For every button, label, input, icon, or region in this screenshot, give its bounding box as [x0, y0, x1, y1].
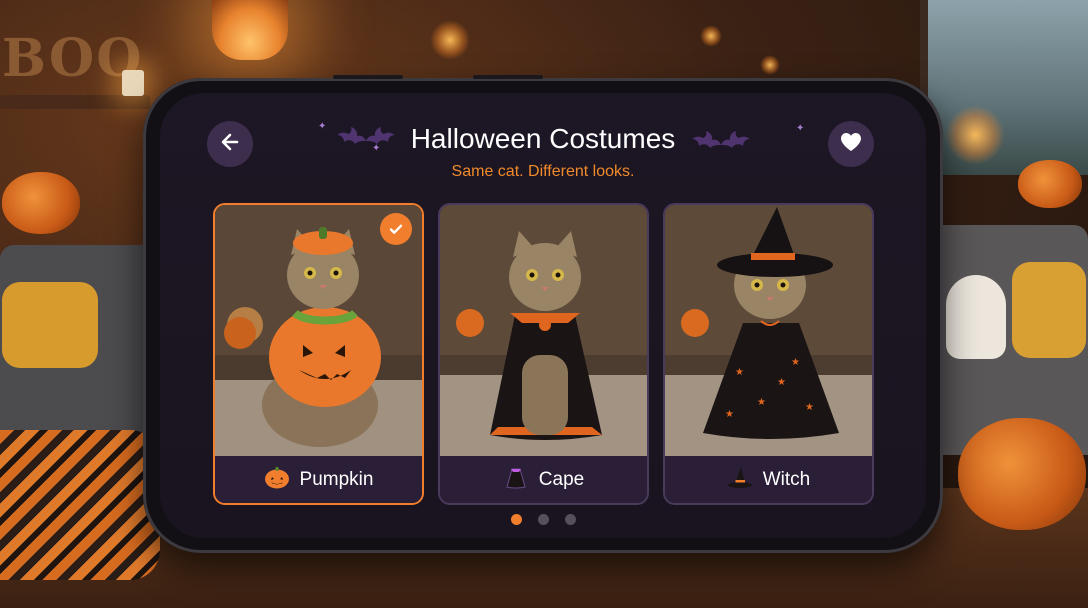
page-subtitle: Same cat. Different looks.	[451, 163, 635, 180]
cape-icon	[503, 465, 529, 495]
knit-blanket	[0, 430, 160, 580]
costume-label-bar: Witch	[665, 456, 872, 503]
jack-o-lantern-pillow	[1012, 262, 1086, 358]
cat-photo-witch: ★ ★ ★ ★ ★ ★	[665, 205, 872, 460]
pagination	[160, 514, 926, 525]
costume-card-cape[interactable]: Cape	[438, 203, 649, 505]
pumpkin	[958, 418, 1086, 530]
costume-label-bar: Pumpkin	[215, 456, 422, 503]
ghost-pillow	[946, 275, 1006, 359]
svg-text:★: ★	[777, 377, 786, 388]
volume-button	[473, 75, 543, 79]
svg-text:★: ★	[791, 357, 800, 368]
page-dot-2[interactable]	[537, 514, 549, 525]
page-dot-3[interactable]	[564, 514, 576, 525]
svg-text:★: ★	[757, 397, 766, 408]
window	[920, 0, 1088, 175]
svg-text:★: ★	[805, 402, 814, 413]
candle	[122, 70, 144, 96]
jack-o-lantern-pillow	[2, 282, 98, 368]
lamp	[212, 0, 288, 60]
page-dot-1[interactable]	[510, 514, 522, 525]
phone: ✦ ✦ ✦ Halloween Costumes Same cat. Diffe…	[143, 75, 943, 553]
costume-label: Cape	[538, 468, 585, 490]
costume-label: Witch	[762, 468, 811, 490]
shelf	[0, 95, 150, 109]
light-glow	[760, 55, 780, 75]
svg-text:★: ★	[735, 367, 744, 378]
costume-card-pumpkin[interactable]: Pumpkin	[213, 203, 424, 505]
jack-o-lantern	[2, 172, 80, 234]
heart-icon	[840, 132, 862, 156]
candle-glow	[945, 105, 1005, 165]
svg-text:★: ★	[725, 409, 734, 420]
light-glow	[430, 20, 470, 60]
pumpkin-icon	[264, 465, 290, 495]
light-glow	[700, 25, 722, 47]
cat-photo-cape	[440, 205, 647, 460]
costume-carousel: Pumpkin Cape ★ ★ ★ ★ ★ ★ Witch	[213, 203, 875, 507]
costume-label-bar: Cape	[440, 456, 647, 503]
favorite-button[interactable]	[828, 121, 874, 167]
app-screen: ✦ ✦ ✦ Halloween Costumes Same cat. Diffe…	[160, 93, 926, 538]
costume-label: Pumpkin	[299, 468, 374, 490]
pumpkin	[1018, 160, 1082, 208]
page-title: Halloween Costumes	[410, 123, 676, 154]
costume-card-witch[interactable]: ★ ★ ★ ★ ★ ★ Witch	[663, 203, 874, 505]
volume-button	[333, 75, 403, 79]
witch-hat-icon	[727, 465, 753, 495]
selected-check-icon	[380, 213, 412, 245]
